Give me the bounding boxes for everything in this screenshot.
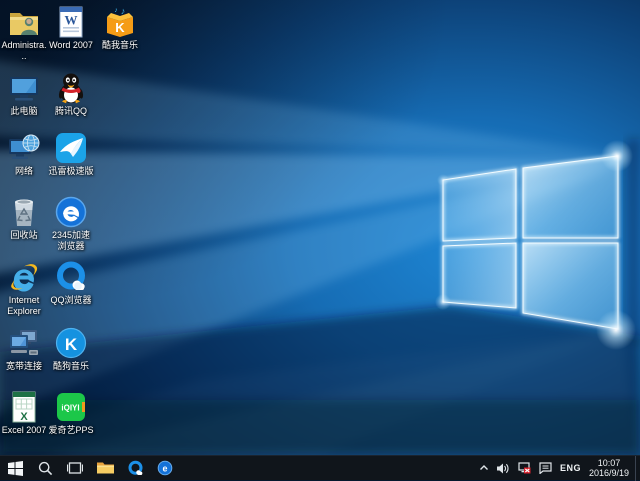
task-view-button[interactable] <box>60 456 90 481</box>
tray-show-hidden-icons-button[interactable] <box>475 456 493 481</box>
desktop: Administra... W Word 2007 K ♪ ♪ 酷我音乐 <box>0 0 640 455</box>
svg-text:X: X <box>20 411 28 423</box>
show-desktop-button[interactable] <box>635 456 640 481</box>
desktop-icon-label: 迅雷极速版 <box>48 166 94 177</box>
volume-icon <box>497 463 510 474</box>
svg-text:W: W <box>65 13 78 28</box>
2345-browser-icon: e <box>157 460 173 476</box>
broadband-connection-icon <box>7 326 41 360</box>
task-view-icon <box>67 461 83 475</box>
language-indicator: ENG <box>560 463 581 473</box>
internet-explorer-icon <box>7 260 41 294</box>
computer-icon <box>7 71 41 105</box>
desktop-icon-excel-2007[interactable]: X Excel 2007 <box>1 390 47 436</box>
desktop-icon-label: 酷我音乐 <box>97 40 143 51</box>
desktop-icon-label: 回收站 <box>1 230 47 241</box>
action-center-icon <box>539 462 552 474</box>
network-error-icon <box>518 462 531 474</box>
desktop-icon-label: 网络 <box>1 166 47 177</box>
taskbar: e <box>0 455 640 480</box>
kugou-music-icon: K <box>54 326 88 360</box>
desktop-icon-label: QQ浏览器 <box>48 295 94 306</box>
desktop-icon-label: 2345加速浏览器 <box>48 230 94 252</box>
desktop-icon-label: 酷狗音乐 <box>48 361 94 372</box>
tray-volume-button[interactable] <box>493 456 514 481</box>
iqiyi-pps-icon: iQIYI <box>54 390 88 424</box>
desktop-icon-broadband-connection[interactable]: 宽带连接 <box>1 326 47 372</box>
desktop-icon-label: 此电脑 <box>1 106 47 117</box>
desktop-icon-iqiyi-pps[interactable]: iQIYI 爱奇艺PPS <box>48 390 94 436</box>
desktop-icon-network[interactable]: 网络 <box>1 131 47 177</box>
tray-clock-button[interactable]: 10:07 2016/9/19 <box>585 458 635 478</box>
wallpaper-windows-hero <box>0 0 640 455</box>
desktop-icon-kugou-music[interactable]: K 酷狗音乐 <box>48 326 94 372</box>
desktop-icon-label: Word 2007 <box>48 40 94 51</box>
desktop-icon-internet-explorer[interactable]: Internet Explorer <box>1 260 47 317</box>
desktop-icon-label: Internet Explorer <box>1 295 47 317</box>
svg-text:iQIYI: iQIYI <box>61 404 79 413</box>
taskbar-qq-browser-button[interactable] <box>120 456 150 481</box>
search-button[interactable] <box>30 456 60 481</box>
search-icon <box>38 461 53 476</box>
tray-language-button[interactable]: ENG <box>556 456 585 481</box>
chevron-up-icon <box>479 464 489 472</box>
tray-action-center-button[interactable] <box>535 456 556 481</box>
svg-text:K: K <box>115 20 125 35</box>
word-document-icon: W <box>54 5 88 39</box>
system-tray: ENG 10:07 2016/9/19 <box>475 456 640 481</box>
desktop-icon-administrator[interactable]: Administra... <box>1 5 47 62</box>
desktop-icon-this-pc[interactable]: 此电脑 <box>1 71 47 117</box>
desktop-icon-label: Administra... <box>1 40 47 62</box>
desktop-icon-tencent-qq[interactable]: 腾讯QQ <box>48 71 94 117</box>
desktop-icon-word-2007[interactable]: W Word 2007 <box>48 5 94 51</box>
clock-time: 10:07 <box>589 458 629 468</box>
svg-text:e: e <box>163 463 168 473</box>
qq-browser-icon <box>127 460 144 477</box>
xunlei-bird-icon <box>54 131 88 165</box>
excel-document-icon: X <box>7 390 41 424</box>
desktop-icon-qq-browser[interactable]: QQ浏览器 <box>48 260 94 306</box>
2345-browser-icon <box>54 195 88 229</box>
qq-penguin-icon <box>54 71 88 105</box>
start-button[interactable] <box>0 456 30 481</box>
svg-text:♪: ♪ <box>114 7 118 14</box>
desktop-icon-label: Excel 2007 <box>1 425 47 436</box>
svg-text:K: K <box>65 335 78 354</box>
desktop-icon-label: 宽带连接 <box>1 361 47 372</box>
start-icon <box>8 461 23 476</box>
file-explorer-button[interactable] <box>90 456 120 481</box>
file-explorer-icon <box>97 461 114 475</box>
desktop-icon-kuwo-music[interactable]: K ♪ ♪ 酷我音乐 <box>97 5 143 51</box>
qq-browser-icon <box>54 260 88 294</box>
tray-network-button[interactable] <box>514 456 535 481</box>
desktop-icon-2345-browser[interactable]: 2345加速浏览器 <box>48 195 94 252</box>
clock-date: 2016/9/19 <box>589 468 629 478</box>
user-folder-icon <box>7 5 41 39</box>
network-globe-icon <box>7 131 41 165</box>
desktop-icon-label: 爱奇艺PPS <box>48 425 94 436</box>
kuwo-music-icon: K ♪ ♪ <box>103 5 137 39</box>
desktop-icon-xunlei-speed[interactable]: 迅雷极速版 <box>48 131 94 177</box>
desktop-icon-recycle-bin[interactable]: 回收站 <box>1 195 47 241</box>
svg-text:♪: ♪ <box>121 6 126 16</box>
recycle-bin-icon <box>7 195 41 229</box>
taskbar-2345-browser-button[interactable]: e <box>150 456 180 481</box>
desktop-icon-label: 腾讯QQ <box>48 106 94 117</box>
